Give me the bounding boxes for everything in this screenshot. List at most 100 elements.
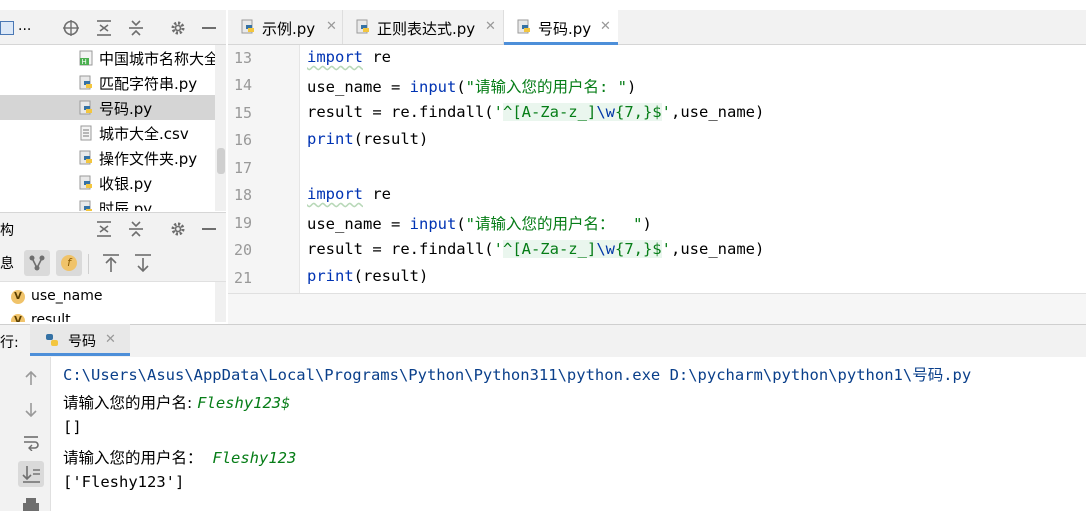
line-number-gutter: 13 14 15 16 17 18 19 20 21 <box>228 45 300 293</box>
run-panel-header: 行: <box>0 324 1086 358</box>
structure-list: V use_name V result <box>0 282 226 322</box>
python-file-icon <box>240 19 256 35</box>
editor-tab-bar: 示例.py ✕ 正则表达式.py ✕ 号码.py ✕ <box>228 10 1086 45</box>
console-line-prompt-2: 请输入您的用户名： Fleshy123 <box>63 449 297 467</box>
project-file-label: 匹配字符串.py <box>99 75 198 93</box>
tab-haoma[interactable]: 号码.py ✕ <box>504 10 618 45</box>
collapse-all-icon[interactable] <box>127 220 145 238</box>
editor-bottom-strip <box>228 293 1086 324</box>
project-tree: H 中国城市名称大全.l 匹配字符串.py 号码.py 城市大全.csv 操作文件夹.py… <box>0 45 226 211</box>
python-file-icon <box>78 175 94 191</box>
structure-panel-header: 构 <box>0 212 226 245</box>
code-line-19: use_name = input("请输入您的用户名： ") <box>307 215 652 233</box>
active-run-tab-indicator <box>30 353 130 356</box>
project-scrollbar[interactable] <box>215 45 226 211</box>
project-scrollbar-thumb[interactable] <box>217 148 225 174</box>
project-file-item[interactable]: 城市大全.csv <box>0 120 226 145</box>
sort-down-icon[interactable] <box>130 250 156 276</box>
close-icon[interactable]: ✕ <box>326 19 337 34</box>
tab-label: 示例.py <box>262 20 316 38</box>
console-user-input: Fleshy123 <box>212 449 297 467</box>
line-number: 17 <box>234 159 253 177</box>
minimize-icon[interactable] <box>202 27 216 29</box>
gear-icon[interactable] <box>169 220 187 238</box>
project-file-item[interactable]: 操作文件夹.py <box>0 145 226 170</box>
locate-file-icon[interactable] <box>62 19 80 37</box>
project-file-item[interactable]: 时辰.py <box>0 195 226 211</box>
project-view-icon[interactable] <box>0 21 14 35</box>
project-file-item[interactable]: 匹配字符串.py <box>0 70 226 95</box>
project-panel-header: ... <box>0 10 226 45</box>
project-panel-title[interactable]: ... <box>18 18 31 34</box>
python-file-icon <box>78 75 94 91</box>
gear-icon[interactable] <box>169 19 187 37</box>
code-line-14: use_name = input("请输入您的用户名: ") <box>307 78 637 96</box>
close-icon[interactable]: ✕ <box>105 332 116 347</box>
expand-all-icon[interactable] <box>95 220 113 238</box>
project-file-item[interactable]: 收银.py <box>0 170 226 195</box>
run-tab-label: 号码 <box>68 334 96 350</box>
line-number: 18 <box>234 186 253 204</box>
python-file-icon <box>78 200 94 211</box>
variable-icon: V <box>11 290 25 304</box>
structure-toolbar: 息 f <box>0 245 226 282</box>
scroll-to-end-icon[interactable] <box>18 461 44 487</box>
project-file-label: 操作文件夹.py <box>99 150 198 168</box>
svg-text:H: H <box>82 58 87 66</box>
python-file-icon <box>78 100 94 116</box>
structure-item-label: result <box>31 312 71 322</box>
code-line-15: result = re.findall('^[A-Za-z_]\w{7,}$',… <box>307 103 765 121</box>
code-line-16: print(result) <box>307 130 429 148</box>
close-icon[interactable]: ✕ <box>485 19 496 34</box>
python-file-icon <box>355 19 371 35</box>
show-fields-icon[interactable] <box>24 250 50 276</box>
console-output-2: ['Fleshy123'] <box>63 473 185 491</box>
line-number: 14 <box>234 76 253 94</box>
structure-item-use-name[interactable]: V use_name <box>0 286 215 308</box>
console-output-1: [] <box>63 418 82 436</box>
code-line-13: import re <box>307 48 391 66</box>
close-icon[interactable]: ✕ <box>600 19 611 34</box>
line-number: 13 <box>234 49 253 67</box>
expand-all-icon[interactable] <box>95 19 113 37</box>
code-editor[interactable]: import re use_name = input("请输入您的用户名: ")… <box>300 45 1086 293</box>
sort-up-icon[interactable] <box>98 250 124 276</box>
run-panel-label: 行: <box>0 335 19 351</box>
collapse-all-icon[interactable] <box>127 19 145 37</box>
project-file-label: 收银.py <box>99 175 153 193</box>
code-line-18: import re <box>307 185 391 203</box>
project-file-label: 中国城市名称大全.l <box>99 50 226 68</box>
tab-shili[interactable]: 示例.py ✕ <box>228 10 343 44</box>
project-file-item[interactable]: H 中国城市名称大全.l <box>0 45 226 70</box>
scroll-down-icon[interactable] <box>22 401 40 419</box>
scroll-up-icon[interactable] <box>22 369 40 387</box>
structure-left-fragment: 息 <box>0 256 14 272</box>
python-file-icon <box>516 19 532 35</box>
python-file-icon <box>44 332 60 348</box>
text-file-icon <box>78 125 94 141</box>
print-icon[interactable] <box>22 497 40 511</box>
run-console[interactable]: C:\Users\Asus\AppData\Local\Programs\Pyt… <box>51 357 1086 511</box>
project-file-label: 城市大全.csv <box>99 125 189 143</box>
minimize-icon[interactable] <box>202 228 216 230</box>
project-file-item[interactable]: 号码.py <box>0 95 226 120</box>
console-user-input: Fleshy123$ <box>197 394 291 412</box>
tab-label: 号码.py <box>538 20 592 38</box>
code-line-20: result = re.findall('^[A-Za-z_]\w{7,}$',… <box>307 240 765 258</box>
console-command-line: C:\Users\Asus\AppData\Local\Programs\Pyt… <box>63 366 972 384</box>
html-file-icon: H <box>78 50 94 66</box>
tab-zhengze[interactable]: 正则表达式.py ✕ <box>343 10 504 44</box>
line-number: 15 <box>234 104 253 122</box>
line-number: 20 <box>234 241 253 259</box>
line-number: 16 <box>234 131 253 149</box>
structure-item-label: use_name <box>31 288 103 304</box>
show-functions-icon[interactable]: f <box>56 250 82 276</box>
project-file-label: 时辰.py <box>99 200 153 211</box>
soft-wrap-icon[interactable] <box>22 433 40 451</box>
structure-item-result[interactable]: V result <box>0 310 215 322</box>
line-number: 19 <box>234 214 253 232</box>
run-tab[interactable]: 号码 ✕ <box>30 324 130 356</box>
tab-label: 正则表达式.py <box>377 20 476 38</box>
structure-scrollbar[interactable] <box>215 282 226 322</box>
structure-panel-title: 构 <box>0 223 14 239</box>
